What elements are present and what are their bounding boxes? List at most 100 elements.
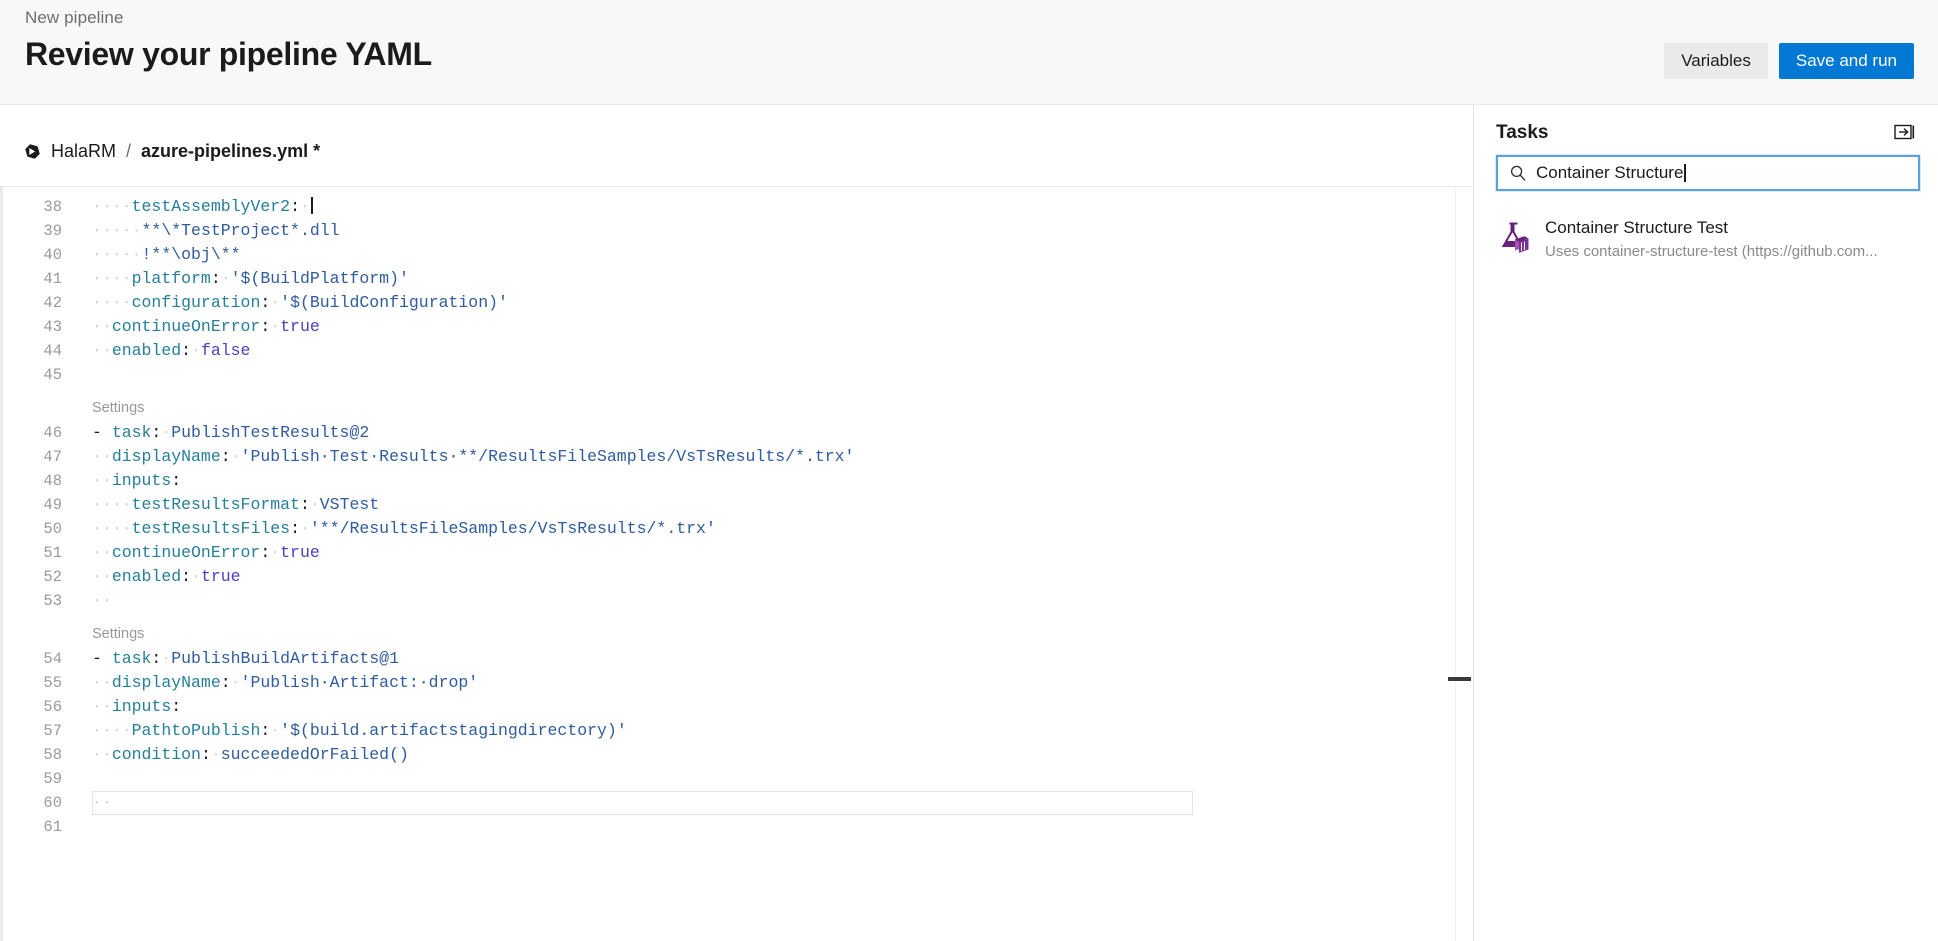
header-actions: Variables Save and run [1664,43,1914,79]
line-number: 61 [43,818,62,836]
code-line[interactable]: 54 - task:·PublishBuildArtifacts@1 [0,647,1473,671]
line-number: 54 [43,650,62,668]
breadcrumb-new-pipeline: New pipeline [25,8,124,27]
code-line[interactable]: 59 [0,767,1473,791]
code-line-content: ·····**\*TestProject*.dll [92,221,340,240]
tasks-panel: Tasks Container Structure Container Stru… [1474,105,1938,941]
line-number: 60 [43,794,62,812]
yaml-editor-pane: HalaRM / azure-pipelines.yml * 38 ····tes… [0,105,1473,941]
code-line[interactable]: 43 ··continueOnError:·true [0,315,1473,339]
code-line[interactable]: 44 ··enabled:·false [0,339,1473,363]
code-line-content: ··condition:·succeededOrFailed() [92,745,409,764]
line-number: 41 [43,270,62,288]
code-line-content: ··displayName:·'Publish·Test·Results·**/… [92,447,855,466]
code-line[interactable]: 40 ·····!**\obj\** [0,243,1473,267]
code-line[interactable]: 56 ··inputs: [0,695,1473,719]
code-line-content: ····configuration:·'$(BuildConfiguration… [92,293,508,312]
code-line-content: ··continueOnError:·true [92,317,320,336]
code-line[interactable]: 61 [0,815,1473,839]
codelens-spacer [0,613,1473,621]
code-line-content: ··displayName:·'Publish·Artifact:·drop' [92,673,479,692]
code-line[interactable]: 57 ····PathtoPublish:·'$(build.artifactst… [0,719,1473,743]
codelens-spacer [0,387,1473,395]
line-number: 43 [43,318,62,336]
task-result-name: Container Structure Test [1545,218,1728,237]
code-line[interactable]: 52 ··enabled:·true [0,565,1473,589]
line-number: 42 [43,294,62,312]
code-line-content: ··inputs: [92,697,182,716]
code-line-content: ····testResultsFiles:·'**/ResultsFileSam… [92,519,716,538]
line-number: 49 [43,496,62,514]
line-number: 57 [43,722,62,740]
task-result-description: Uses container-structure-test (https://g… [1545,243,1878,260]
save-and-run-button[interactable]: Save and run [1778,43,1914,79]
text-cursor [310,197,313,214]
code-line[interactable]: 49 ····testResultsFormat:·VSTest [0,493,1473,517]
header-title-group: New pipeline Review your pipeline YAML [25,8,432,73]
line-number: 53 [43,592,62,610]
code-line-content: ····testAssemblyVer2:· [92,195,1473,219]
line-number: 52 [43,568,62,586]
codelens-settings-link[interactable]: Settings [0,395,1473,421]
line-number: 50 [43,520,62,538]
line-number: 39 [43,222,62,240]
code-line[interactable]: 50 ····testResultsFiles:·'**/ResultsFileS… [0,517,1473,541]
search-input[interactable]: Container Structure [1496,155,1920,191]
page-title: Review your pipeline YAML [25,36,432,72]
line-number: 58 [43,746,62,764]
code-line-content: ··enabled:·false [92,341,251,360]
code-editor[interactable]: 38 ····testAssemblyVer2:· 39 ·····**\*TestP… [0,187,1473,941]
container-structure-test-icon [1496,219,1532,255]
code-line-content: - task:·PublishTestResults@2 [92,423,370,442]
breadcrumb: HalaRM / azure-pipelines.yml * [22,141,320,162]
code-line[interactable]: 42 ····configuration:·'$(BuildConfigurati… [0,291,1473,315]
variables-button[interactable]: Variables [1664,43,1768,79]
code-line-content: ····PathtoPublish:·'$(build.artifactstag… [92,721,627,740]
code-line[interactable]: 51 ··continueOnError:·true [0,541,1473,565]
line-number: 51 [43,544,62,562]
code-line-content: ·····!**\obj\** [92,245,241,264]
code-line-content: - task:·PublishBuildArtifacts@1 [92,649,399,668]
breadcrumb-repo-name[interactable]: HalaRM [51,141,116,162]
task-result-text: Container Structure Test Uses container-… [1545,217,1878,262]
code-line[interactable]: 38 ····testAssemblyVer2:· [0,195,1473,219]
code-line-content: ·· [92,793,112,812]
task-search-wrapper: Container Structure [1496,155,1920,191]
codelens-settings-link[interactable]: Settings [0,621,1473,647]
line-number: 55 [43,674,62,692]
code-line-content: ····platform:·'$(BuildPlatform)' [92,269,409,288]
code-line-content: ··inputs: [92,471,182,490]
code-line[interactable]: 45 [0,363,1473,387]
breadcrumb-file-name: azure-pipelines.yml * [141,141,321,161]
code-line-content: ·· [92,591,112,610]
line-number: 56 [43,698,62,716]
search-input-value: Container Structure [1536,163,1684,182]
line-number: 59 [43,770,62,788]
line-number: 44 [43,342,62,360]
code-line[interactable]: 46 - task:·PublishTestResults@2 [0,421,1473,445]
azure-repos-icon [22,141,43,162]
code-line[interactable]: 41 ····platform:·'$(BuildPlatform)' [0,267,1473,291]
line-number: 47 [43,448,62,466]
file-breadcrumb-bar: HalaRM / azure-pipelines.yml * [0,105,1473,187]
code-line[interactable]: 39 ·····**\*TestProject*.dll [0,219,1473,243]
code-lines: 38 ····testAssemblyVer2:· 39 ·····**\*TestP… [0,195,1473,839]
code-line[interactable]: 60 ·· [0,791,1473,815]
search-icon [1509,164,1527,182]
code-line[interactable]: 55 ··displayName:·'Publish·Artifact:·drop… [0,671,1473,695]
task-results-list: Container Structure Test Uses container-… [1474,209,1938,270]
code-line[interactable]: 53 ·· [0,589,1473,613]
tasks-panel-title: Tasks [1496,122,1549,143]
code-line-content: ··enabled:·true [92,567,241,586]
code-line[interactable]: 58 ··condition:·succeededOrFailed() [0,743,1473,767]
code-line[interactable]: 48 ··inputs: [0,469,1473,493]
line-number: 38 [43,198,62,216]
line-number: 45 [43,366,62,384]
page-header: New pipeline Review your pipeline YAML V… [0,0,1938,105]
line-number: 46 [43,424,62,442]
search-text-caret [1684,164,1686,182]
list-item[interactable]: Container Structure Test Uses container-… [1474,209,1938,270]
breadcrumb-separator: / [126,141,132,161]
code-line[interactable]: 47 ··displayName:·'Publish·Test·Results·*… [0,445,1473,469]
collapse-panel-icon[interactable] [1892,121,1918,143]
